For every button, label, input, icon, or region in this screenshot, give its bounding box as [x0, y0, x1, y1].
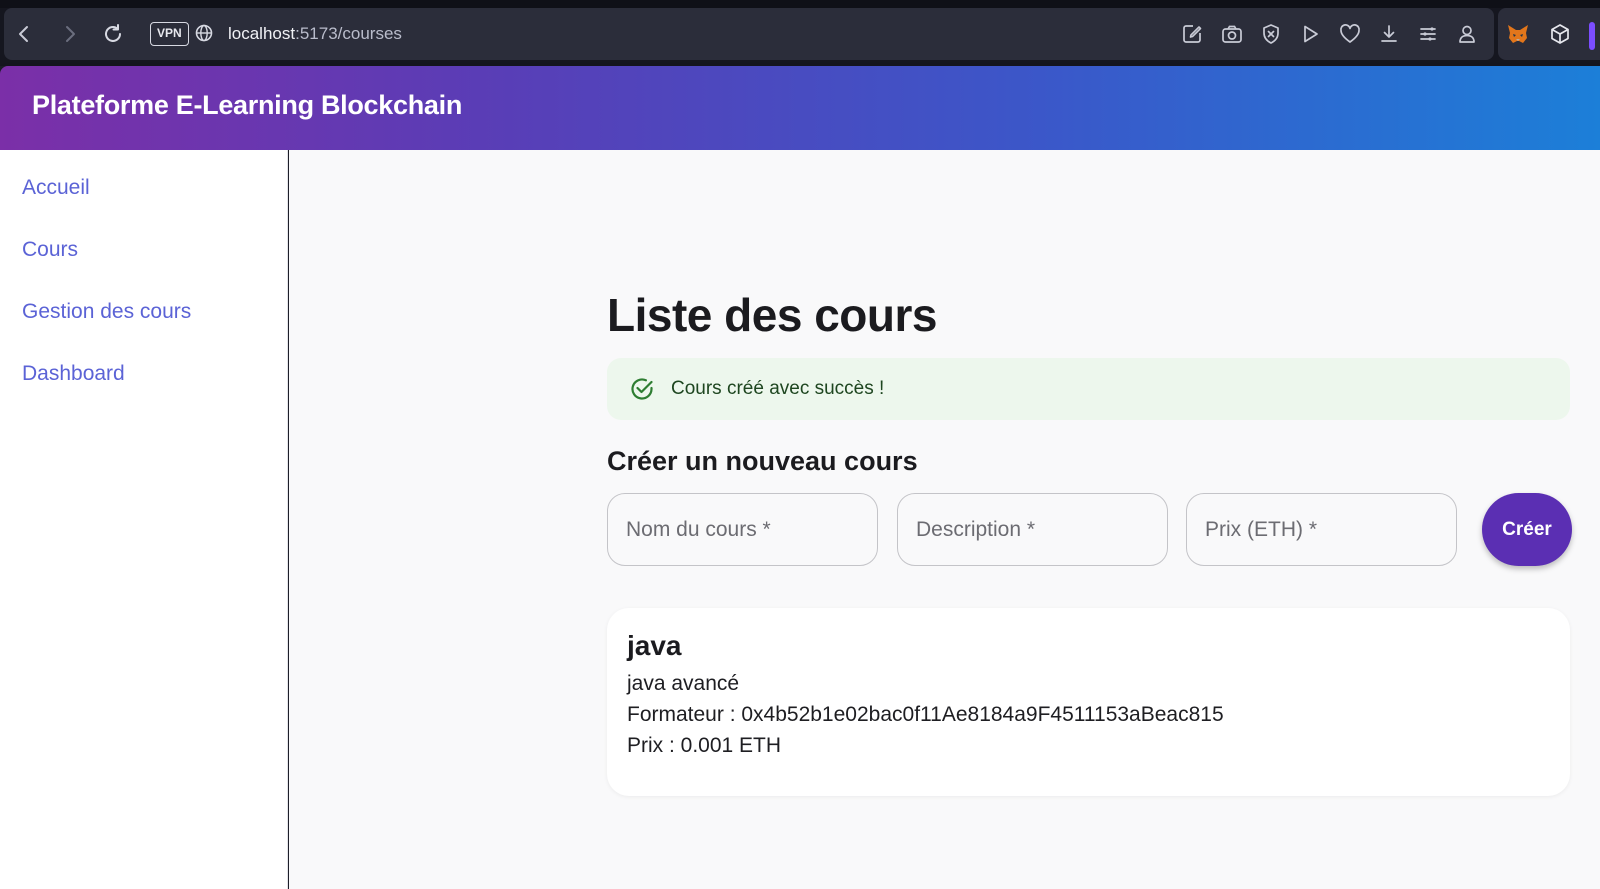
- sidebar-item-cours[interactable]: Cours: [22, 238, 78, 262]
- back-icon[interactable]: [12, 22, 36, 46]
- profile-icon[interactable]: [1455, 22, 1479, 46]
- check-circle-icon: [629, 376, 655, 402]
- browser-toolbar: VPN localhost:5173/courses: [0, 0, 1600, 66]
- camera-icon[interactable]: [1220, 22, 1244, 46]
- play-icon[interactable]: [1298, 22, 1322, 46]
- course-price-field[interactable]: [1186, 493, 1457, 566]
- extension-cube-icon[interactable]: [1548, 22, 1572, 46]
- sidebar-item-accueil[interactable]: Accueil: [22, 176, 90, 200]
- download-icon[interactable]: [1377, 22, 1401, 46]
- url-field[interactable]: localhost:5173/courses: [228, 24, 402, 44]
- forward-icon[interactable]: [58, 22, 82, 46]
- page-title: Liste des cours: [607, 289, 937, 341]
- course-description: java avancé: [627, 672, 740, 695]
- reload-icon[interactable]: [101, 22, 125, 46]
- course-trainer: Formateur : 0x4b52b1e02bac0f11Ae8184a9F4…: [627, 703, 1224, 726]
- course-description-input[interactable]: [898, 494, 1167, 565]
- tab-strip: [0, 0, 1600, 8]
- app-title: Plateforme E-Learning Blockchain: [32, 90, 463, 120]
- course-price-input[interactable]: [1187, 494, 1456, 565]
- main-content: Liste des cours Cours créé avec succès !…: [289, 150, 1600, 889]
- sidebar-item-dashboard[interactable]: Dashboard: [22, 362, 125, 386]
- shield-icon[interactable]: [1259, 22, 1283, 46]
- url-host: localhost: [228, 24, 296, 43]
- edit-icon[interactable]: [1180, 22, 1204, 46]
- create-course-button[interactable]: Créer: [1482, 493, 1572, 566]
- vpn-badge[interactable]: VPN: [150, 22, 189, 46]
- alert-message: Cours créé avec succès !: [671, 378, 885, 399]
- globe-icon[interactable]: [195, 24, 213, 42]
- course-name-input[interactable]: [608, 494, 877, 565]
- metamask-icon[interactable]: [1506, 22, 1530, 46]
- course-description-field[interactable]: [897, 493, 1168, 566]
- sidebar-item-gestion-des-cours[interactable]: Gestion des cours: [22, 300, 191, 324]
- course-name-field[interactable]: [607, 493, 878, 566]
- menu-icon[interactable]: [1416, 22, 1440, 46]
- course-name: java: [627, 630, 682, 661]
- course-price: Prix : 0.001 ETH: [627, 734, 782, 757]
- sidebar-toggle[interactable]: [1589, 22, 1595, 50]
- app-header: Plateforme E-Learning Blockchain: [0, 66, 1600, 150]
- url-path: :5173/courses: [295, 24, 402, 43]
- success-alert: Cours créé avec succès !: [607, 358, 1570, 420]
- sidebar: Accueil Cours Gestion des cours Dashboar…: [0, 150, 288, 889]
- form-title: Créer un nouveau cours: [607, 446, 918, 476]
- heart-icon[interactable]: [1338, 22, 1362, 46]
- course-card: java java avancé Formateur : 0x4b52b1e02…: [607, 608, 1570, 796]
